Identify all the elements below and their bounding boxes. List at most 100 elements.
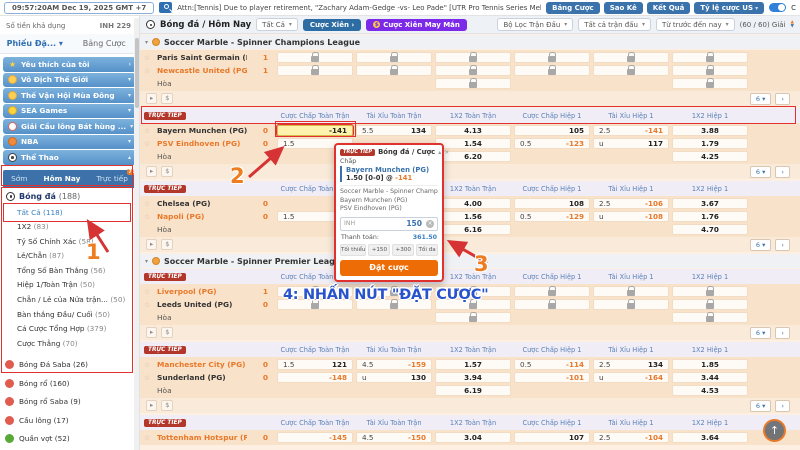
odds-cell[interactable]: 105	[514, 125, 590, 136]
bet-type-item[interactable]: Tất Cả (118)	[17, 206, 139, 221]
favorite-star-icon[interactable]: ☆	[144, 287, 154, 297]
filter-select-1[interactable]: Bộ Lọc Trận Đấu▾	[497, 18, 573, 31]
odds-cell[interactable]: 0.5-129	[514, 211, 590, 222]
odds-cell[interactable]: 107	[514, 432, 590, 443]
odds-cell[interactable]: 4.00	[435, 198, 511, 209]
stake-input[interactable]	[357, 218, 424, 229]
league-header[interactable]: ▾Soccer Marble - Spinner Premier League	[140, 254, 800, 268]
market-filter-select[interactable]: Tất Cả▾	[256, 18, 298, 31]
topbar-button-2[interactable]: Sao Kê	[604, 2, 643, 14]
sidebar-item-sea-games[interactable]: SEA Games▾	[3, 104, 136, 119]
odds-cell[interactable]: u-108	[593, 211, 669, 222]
stake-preset-chip[interactable]: +300	[392, 244, 414, 256]
more-markets-button[interactable]: ›	[775, 400, 790, 412]
odds-cell[interactable]: 1.57	[435, 359, 511, 370]
play-icon[interactable]: ▸	[146, 239, 157, 250]
play-icon[interactable]: ▸	[146, 400, 157, 411]
league-header[interactable]: ▾Soccer Marble - Spinner Champions Leagu…	[140, 35, 800, 49]
odds-cell[interactable]: 3.67	[672, 198, 748, 209]
odds-cell[interactable]: 2.5134	[593, 359, 669, 370]
time-tab-tr-c-ti-p[interactable]: Trực tiếp78	[96, 172, 129, 185]
place-bet-button[interactable]: Đặt cược	[340, 260, 438, 276]
odds-cell[interactable]: 2.5-141	[593, 125, 669, 136]
scroll-top-button[interactable]: ↑	[763, 419, 786, 442]
sidebar-scrollbar[interactable]	[134, 18, 139, 450]
bet-type-item[interactable]: Hiệp 1/Toàn Trận (50)	[17, 278, 139, 293]
odds-cell[interactable]: 0.5-114	[514, 359, 590, 370]
bet-type-item[interactable]: Cược Thẳng (70)	[17, 337, 139, 352]
market-count-select[interactable]: 6 ▾	[750, 327, 771, 339]
odds-cell[interactable]: 4.53	[672, 385, 748, 396]
odds-cell[interactable]: u-164	[593, 372, 669, 383]
bet-type-item[interactable]: Cá Cược Tổng Hợp (379)	[17, 322, 139, 337]
odds-cell[interactable]: 1.5121	[277, 359, 353, 370]
odds-cell[interactable]: 3.64	[672, 432, 748, 443]
collapse-icon[interactable]: ▴	[438, 149, 441, 156]
search-button[interactable]	[159, 2, 172, 13]
odds-cell[interactable]: 4.5-150	[356, 432, 432, 443]
bet-type-item[interactable]: Chẵn / Lẻ của Nửa trận... (50)	[17, 293, 139, 308]
odds-cell[interactable]: 4.5-159	[356, 359, 432, 370]
odds-cell[interactable]: 4.13	[435, 125, 511, 136]
bet-type-item[interactable]: 1X2 (83)	[17, 220, 139, 235]
sidebar-sport-item[interactable]: Cầu lông (17)	[5, 411, 134, 430]
odds-cell[interactable]: 3.44	[672, 372, 748, 383]
sidebar-sport-item[interactable]: Bóng rổ Saba (9)	[5, 392, 134, 411]
dollar-icon[interactable]: $	[161, 327, 173, 338]
more-markets-button[interactable]: ›	[775, 93, 790, 105]
odds-cell[interactable]: -148	[277, 372, 353, 383]
sidebar-item-gi-i-c-u-l-ng-b-t-h-ng-[interactable]: Giải Cầu lông Bát hùng ...▾	[3, 119, 136, 134]
favorite-star-icon[interactable]: ☆	[144, 212, 154, 222]
favorite-star-icon[interactable]: ☆	[144, 360, 154, 370]
sidebar-item-v-ch-th-gi-i[interactable]: Vô Địch Thế Giới▾	[3, 73, 136, 88]
odds-cell[interactable]: 1.54	[435, 138, 511, 149]
filter-select-2[interactable]: Tất cả trận đấu▾	[578, 18, 651, 31]
play-icon[interactable]: ▸	[146, 327, 157, 338]
sidebar-sport-item[interactable]: Bóng rổ (160)	[5, 374, 134, 393]
dollar-icon[interactable]: $	[161, 239, 173, 250]
favorite-star-icon[interactable]: ☆	[144, 433, 154, 443]
odds-cell[interactable]: -101	[514, 372, 590, 383]
odds-cell[interactable]: 6.16	[435, 224, 511, 235]
odds-cell[interactable]: 4.25	[672, 151, 748, 162]
odds-cell[interactable]: -145	[277, 432, 353, 443]
favorite-star-icon[interactable]: ☆	[144, 126, 154, 136]
stake-preset-chip[interactable]: Tối thiểu	[340, 244, 366, 256]
bet-type-item[interactable]: Lẻ/Chẵn (87)	[17, 249, 139, 264]
favorite-star-icon[interactable]: ☆	[144, 66, 154, 76]
dollar-icon[interactable]: $	[161, 400, 173, 411]
sort-icon[interactable]: ▲▼	[791, 21, 794, 29]
bet-type-item[interactable]: Tỷ Số Chính Xác (58)	[17, 235, 139, 250]
more-markets-button[interactable]: ›	[775, 166, 790, 178]
sidebar-tab-2[interactable]: Bảng Cược	[70, 39, 140, 48]
sidebar-item-th-thao[interactable]: Thể Thao▴	[3, 150, 136, 165]
scrollbar-thumb[interactable]	[135, 38, 139, 108]
parlay-button[interactable]: Cược Xiên ›	[303, 19, 361, 31]
market-count-select[interactable]: 6 ▾	[750, 166, 771, 178]
odds-cell[interactable]: 1.76	[672, 211, 748, 222]
sidebar-sport-item[interactable]: Bóng Đá Saba (26)	[5, 355, 134, 374]
favorite-star-icon[interactable]: ☆	[144, 300, 154, 310]
sidebar-item-th-v-n-h-i-m-a-ng[interactable]: Thế Vận Hội Mùa Đông▾	[3, 88, 136, 103]
market-count-select[interactable]: 6 ▾	[750, 400, 771, 412]
market-count-select[interactable]: 6 ▾	[750, 93, 771, 105]
topbar-button-3[interactable]: Kết Quả	[647, 2, 691, 14]
odds-cell[interactable]: 3.88	[672, 125, 748, 136]
odds-cell[interactable]: 3.04	[435, 432, 511, 443]
odds-cell[interactable]: u130	[356, 372, 432, 383]
play-icon[interactable]: ▸	[146, 166, 157, 177]
more-markets-button[interactable]: ›	[775, 239, 790, 251]
lucky-parlay-button[interactable]: $Cược Xiên May Mắn	[366, 19, 467, 31]
sidebar-sport-header[interactable]: Bóng đá (188)	[0, 188, 139, 205]
odds-cell[interactable]: 2.5-106	[593, 198, 669, 209]
bet-type-item[interactable]: Bàn thắng Đầu/ Cuối (50)	[17, 308, 139, 323]
play-icon[interactable]: ▸	[146, 93, 157, 104]
bet-type-item[interactable]: Tổng Số Bàn Thắng (56)	[17, 264, 139, 279]
odds-cell[interactable]: 1.56	[435, 211, 511, 222]
odds-cell[interactable]: 0.5-123	[514, 138, 590, 149]
time-tab-s-m[interactable]: Sớm	[10, 172, 28, 185]
more-markets-button[interactable]: ›	[775, 327, 790, 339]
odds-cell[interactable]: 6.19	[435, 385, 511, 396]
favorite-star-icon[interactable]: ☆	[144, 199, 154, 209]
odds-toggle[interactable]	[769, 3, 786, 12]
